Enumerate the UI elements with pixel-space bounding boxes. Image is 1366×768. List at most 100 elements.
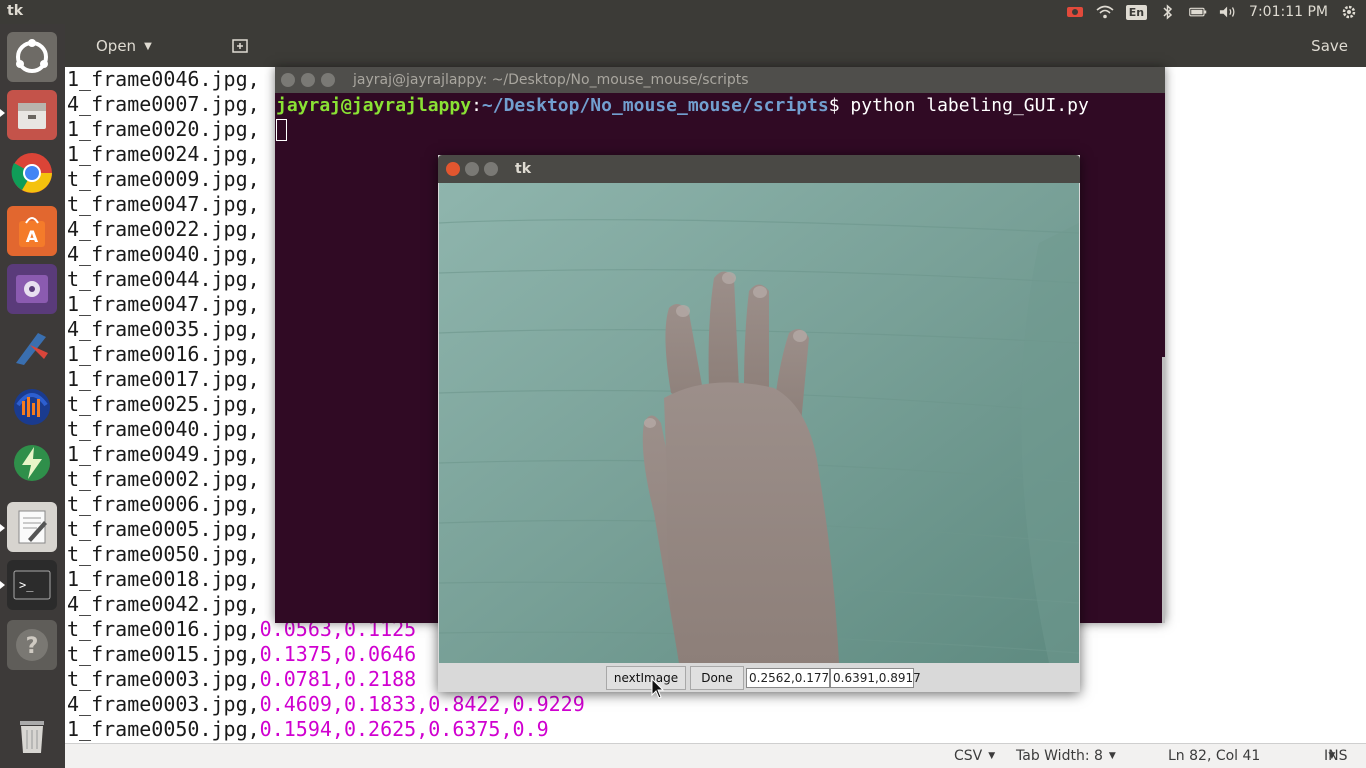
video-player-icon[interactable] (7, 264, 57, 314)
tab-width-label: Tab Width: 8 (1016, 748, 1103, 764)
minimize-icon[interactable] (465, 162, 479, 176)
code-line: t_frame0005.jpg, (67, 517, 260, 542)
code-line: t_frame0025.jpg, (67, 392, 260, 417)
svg-text:?: ? (26, 634, 39, 659)
trash-icon[interactable] (7, 710, 57, 760)
code-line: t_frame0002.jpg, (67, 467, 260, 492)
code-line: 1_frame0016.jpg, (67, 342, 260, 367)
filename-text: t_frame0006.jpg, (67, 492, 260, 516)
svg-text:A: A (26, 227, 39, 246)
bottom-right-coordinate-field[interactable]: 0.6391,0.8917 (830, 668, 921, 688)
ubuntu-dash-icon[interactable] (7, 32, 57, 82)
filename-text: 1_frame0047.jpg, (67, 292, 260, 316)
open-button-label: Open (96, 37, 137, 55)
filename-text: t_frame0044.jpg, (67, 267, 260, 291)
code-line: 4_frame0003.jpg,0.4609,0.1833,0.8422,0.9… (67, 692, 585, 717)
new-tab-button[interactable] (225, 31, 255, 61)
help-icon[interactable]: ? (7, 620, 57, 670)
volume-icon[interactable] (1219, 4, 1237, 20)
cursor-position-selector[interactable]: Ln 82, Col 41 ▼ (1168, 748, 1335, 764)
filename-text: t_frame0050.jpg, (67, 542, 260, 566)
filename-text: t_frame0025.jpg, (67, 392, 260, 416)
next-image-button[interactable]: nextImage (606, 666, 686, 690)
terminal-icon[interactable]: >_ (7, 560, 57, 610)
editor-header-bar: Open ▼ Save (65, 24, 1366, 67)
tk-window-title: tk (515, 161, 532, 177)
terminal-output[interactable]: jayraj@jayrajlappy:~/Desktop/No_mouse_mo… (275, 93, 1165, 142)
code-line: 1_frame0050.jpg,0.1594,0.2625,0.6375,0.9 (67, 717, 549, 742)
tab-width-selector[interactable]: Tab Width: 8 ▼ (1016, 748, 1116, 764)
tk-window[interactable]: tk nextImage Done 0.2562,0.1771 0.6391,0… (438, 155, 1080, 692)
new-document-icon (232, 39, 248, 53)
filename-text: t_frame0040.jpg, (67, 417, 260, 441)
code-line: 1_frame0018.jpg, (67, 567, 260, 592)
save-button[interactable]: Save (1309, 31, 1350, 61)
filename-text: 4_frame0040.jpg, (67, 242, 260, 266)
code-line: 4_frame0022.jpg, (67, 217, 260, 242)
editor-status-bar: CSV ▼ Tab Width: 8 ▼ Ln 82, Col 41 ▼ INS (65, 743, 1366, 768)
terminal-cursor (276, 119, 287, 141)
filename-text: 4_frame0035.jpg, (67, 317, 260, 341)
settings-gear-icon[interactable] (1340, 4, 1358, 20)
app-icon[interactable] (7, 322, 57, 372)
filename-text: 1_frame0024.jpg, (67, 142, 260, 166)
filename-text: 4_frame0007.jpg, (67, 92, 260, 116)
filename-text: 1_frame0018.jpg, (67, 567, 260, 591)
files-icon[interactable] (7, 90, 57, 140)
record-icon[interactable] (1066, 4, 1084, 20)
code-line: t_frame0050.jpg, (67, 542, 260, 567)
code-line: t_frame0006.jpg, (67, 492, 260, 517)
code-line: 1_frame0020.jpg, (67, 117, 260, 142)
open-button[interactable]: Open ▼ (80, 31, 208, 61)
bluetooth-icon[interactable] (1159, 4, 1177, 20)
close-icon[interactable] (446, 162, 460, 176)
format-label: CSV (954, 748, 983, 764)
code-line: t_frame0003.jpg,0.0781,0.2188 (67, 667, 416, 692)
keyboard-layout-badge[interactable]: En (1125, 4, 1148, 20)
filename-text: 1_frame0016.jpg, (67, 342, 260, 366)
tk-titlebar[interactable]: tk (438, 155, 1080, 183)
prompt-colon: : (471, 95, 482, 116)
filename-text: t_frame0016.jpg, (67, 617, 260, 641)
code-line: 4_frame0040.jpg, (67, 242, 260, 267)
terminal-scrollbar[interactable] (1162, 357, 1165, 623)
image-canvas[interactable] (439, 183, 1079, 663)
done-button[interactable]: Done (690, 666, 744, 690)
text-editor-icon[interactable] (7, 502, 57, 552)
active-app-title: tk (7, 3, 24, 19)
clock[interactable]: 7:01:11 PM (1249, 4, 1328, 20)
chevron-down-icon: ▼ (144, 40, 152, 52)
format-selector[interactable]: CSV ▼ (954, 748, 995, 764)
maximize-icon[interactable] (484, 162, 498, 176)
prompt-dollar: $ (828, 95, 851, 116)
code-line: 1_frame0046.jpg, (67, 67, 260, 92)
wifi-icon[interactable] (1096, 4, 1114, 20)
minimize-icon[interactable] (301, 73, 315, 87)
top-left-coordinate-field[interactable]: 0.2562,0.1771 (746, 668, 837, 688)
maximize-icon[interactable] (321, 73, 335, 87)
filename-text: 1_frame0050.jpg, (67, 717, 260, 741)
chrome-icon[interactable] (7, 148, 57, 198)
chevron-down-icon: ▼ (1108, 751, 1116, 761)
filename-text: 1_frame0046.jpg, (67, 67, 260, 91)
coordinate-values: 0.4609,0.1833,0.8422,0.9229 (259, 692, 585, 716)
coordinate-values: 0.1375,0.0646 (259, 642, 417, 666)
terminal-titlebar[interactable]: jayraj@jayrajlappy: ~/Desktop/No_mouse_m… (275, 67, 1165, 93)
battery-icon[interactable] (1189, 4, 1207, 20)
prompt-path: ~/Desktop/No_mouse_mouse/scripts (481, 95, 829, 116)
close-icon[interactable] (281, 73, 295, 87)
software-center-icon[interactable]: A (7, 206, 57, 256)
code-line: 4_frame0035.jpg, (67, 317, 260, 342)
filename-text: 1_frame0017.jpg, (67, 367, 260, 391)
filename-text: t_frame0047.jpg, (67, 192, 260, 216)
top-panel: tk En 7:01:11 PM (0, 0, 1366, 24)
filename-text: 1_frame0049.jpg, (67, 442, 260, 466)
app-icon-2[interactable] (7, 438, 57, 488)
audacity-icon[interactable] (7, 380, 57, 430)
code-line: t_frame0009.jpg, (67, 167, 260, 192)
code-line: 4_frame0007.jpg, (67, 92, 260, 117)
filename-text: 1_frame0020.jpg, (67, 117, 260, 141)
code-line: t_frame0015.jpg,0.1375,0.0646 (67, 642, 416, 667)
code-line: 1_frame0047.jpg, (67, 292, 260, 317)
coordinate-values: 0.1594,0.2625,0.6375,0.9 (259, 717, 549, 741)
